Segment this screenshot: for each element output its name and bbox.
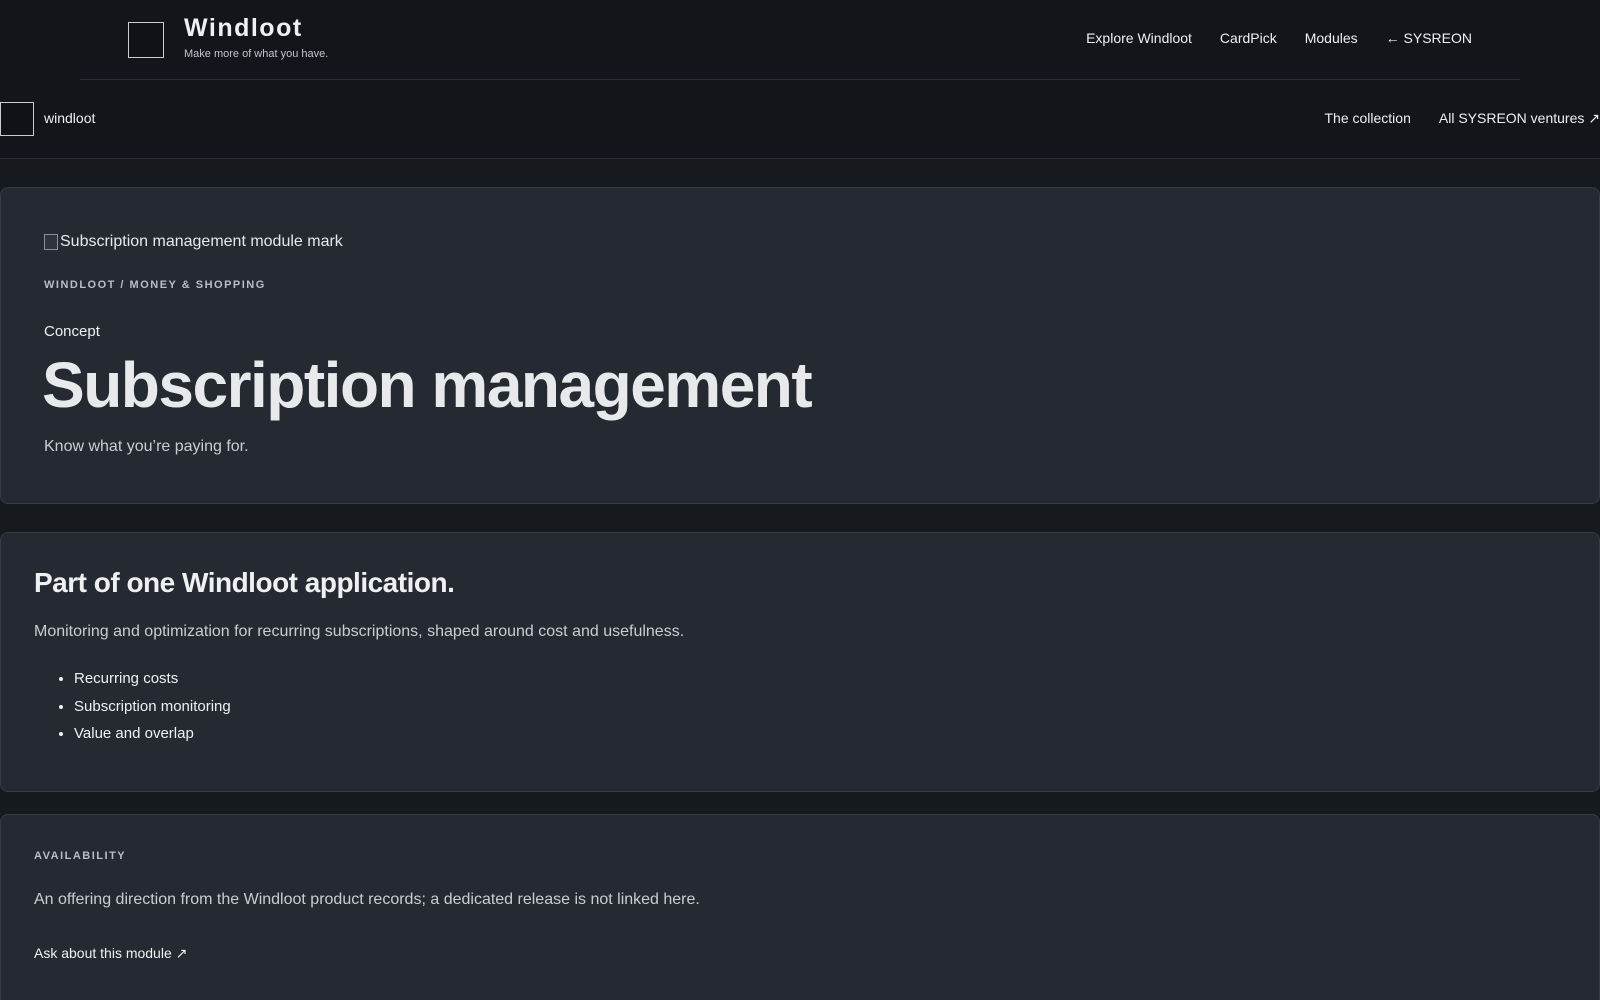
- windloot-home-link[interactable]: windloot: [44, 110, 95, 126]
- nav-explore-windloot[interactable]: Explore Windloot: [1086, 30, 1192, 46]
- nav-sysreon-back[interactable]: ← SYSREON: [1386, 30, 1472, 46]
- availability-card: AVAILABILITY An offering direction from …: [0, 814, 1600, 1000]
- hero-card: Subscription management module mark WIND…: [0, 187, 1600, 504]
- availability-description: An offering direction from the Windloot …: [34, 891, 700, 908]
- ask-about-module-link[interactable]: Ask about this module ↗: [34, 945, 187, 962]
- nav-cardpick[interactable]: CardPick: [1220, 30, 1277, 46]
- list-item: Subscription monitoring: [74, 693, 231, 721]
- breadcrumb-eyebrow: WINDLOOT / MONEY & SHOPPING: [44, 279, 266, 291]
- brand-name[interactable]: Windloot: [184, 14, 303, 43]
- page-subtitle: Know what you’re paying for.: [44, 438, 249, 455]
- nav-all-ventures[interactable]: All SYSREON ventures ↗: [1439, 110, 1600, 127]
- primary-nav: Explore Windloot CardPick Modules ← SYSR…: [1086, 30, 1472, 46]
- list-item: Value and overlap: [74, 720, 231, 748]
- broken-image-icon: [44, 234, 58, 250]
- feature-list: Recurring costs Subscription monitoring …: [74, 665, 231, 748]
- page-title: Subscription management: [42, 349, 813, 421]
- secondary-header: windloot The collection All SYSREON vent…: [0, 80, 1600, 159]
- brand-logo[interactable]: [128, 22, 164, 58]
- status-label: Concept: [44, 323, 100, 340]
- site-header-inner: Windloot Make more of what you have. Exp…: [80, 0, 1520, 80]
- list-item: Recurring costs: [74, 665, 231, 693]
- module-mark-image: Subscription management module mark: [44, 233, 343, 251]
- nav-modules[interactable]: Modules: [1305, 30, 1358, 46]
- about-description: Monitoring and optimization for recurrin…: [34, 623, 685, 640]
- windloot-logo[interactable]: [0, 102, 34, 136]
- about-card: Part of one Windloot application. Monito…: [0, 532, 1600, 792]
- site-header: Windloot Make more of what you have. Exp…: [0, 0, 1600, 80]
- about-title: Part of one Windloot application.: [34, 567, 455, 598]
- availability-label: AVAILABILITY: [34, 850, 127, 862]
- module-mark-alt-text: Subscription management module mark: [60, 233, 343, 250]
- secondary-nav: The collection All SYSREON ventures ↗: [1324, 110, 1600, 127]
- nav-the-collection[interactable]: The collection: [1324, 110, 1410, 127]
- brand-tagline: Make more of what you have.: [184, 48, 329, 60]
